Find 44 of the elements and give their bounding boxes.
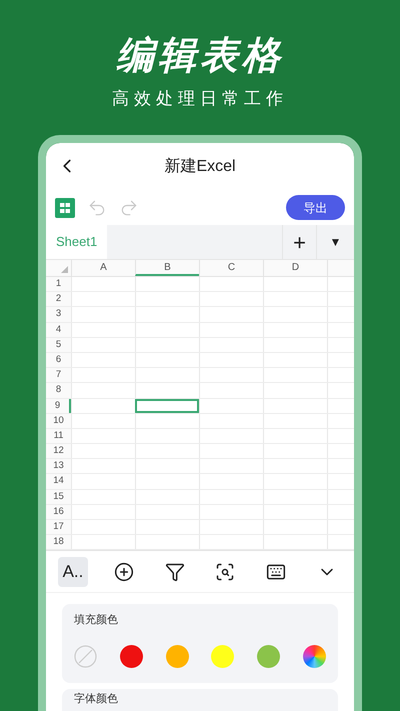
column-header[interactable]: B	[135, 260, 199, 276]
column-header[interactable]: A	[71, 260, 135, 276]
row-header[interactable]: 2	[46, 292, 71, 306]
row-header[interactable]: 12	[46, 444, 71, 458]
color-swatch[interactable]	[257, 645, 280, 668]
color-swatch[interactable]	[166, 645, 189, 668]
row-header[interactable]: 16	[46, 504, 71, 519]
subtitle: 高效处理日常工作	[112, 89, 288, 109]
row-header[interactable]: 8	[46, 383, 71, 398]
row-header[interactable]: 11	[46, 428, 71, 444]
row-header[interactable]: 7	[46, 368, 71, 382]
column-header[interactable]: C	[199, 260, 263, 276]
color-swatch[interactable]	[211, 645, 234, 668]
grid-app-icon[interactable]	[55, 198, 75, 218]
row-header[interactable]: 6	[46, 352, 71, 368]
row-header[interactable]: 5	[46, 338, 71, 352]
row-header[interactable]: 10	[46, 414, 71, 428]
color-wheel-swatch[interactable]	[302, 645, 326, 668]
font-color-label: 字体颜色	[74, 692, 119, 706]
search-icon	[215, 562, 236, 582]
row-header[interactable]: 3	[46, 307, 71, 322]
column-header[interactable]: D	[263, 260, 327, 276]
select-all-icon[interactable]	[61, 266, 68, 273]
export-button[interactable]: 导出	[286, 195, 345, 220]
row-header[interactable]: 14	[46, 474, 71, 489]
add-sheet-button[interactable]: +	[282, 225, 316, 259]
headline: 编辑表格	[116, 33, 284, 77]
row-header[interactable]: 17	[46, 520, 71, 534]
filter-icon	[164, 562, 185, 582]
row-header[interactable]: 1	[46, 277, 71, 292]
keyboard-icon	[266, 562, 286, 582]
row-header[interactable]: 18	[46, 535, 71, 550]
font-style-button[interactable]: A..	[58, 556, 88, 587]
row-header[interactable]: 9	[46, 398, 71, 413]
row-header[interactable]: 13	[46, 459, 71, 474]
screen-title: 新建Excel	[164, 156, 236, 176]
fill-color-label: 填充颜色	[74, 613, 119, 628]
plus-circle-icon	[114, 562, 134, 582]
color-swatch[interactable]	[120, 645, 143, 668]
selected-cell[interactable]	[135, 398, 199, 413]
no-color-icon[interactable]	[74, 645, 97, 668]
sheet-menu-button[interactable]: ▼	[316, 225, 354, 259]
row-header[interactable]: 4	[46, 322, 71, 337]
row-header[interactable]: 15	[46, 490, 71, 504]
